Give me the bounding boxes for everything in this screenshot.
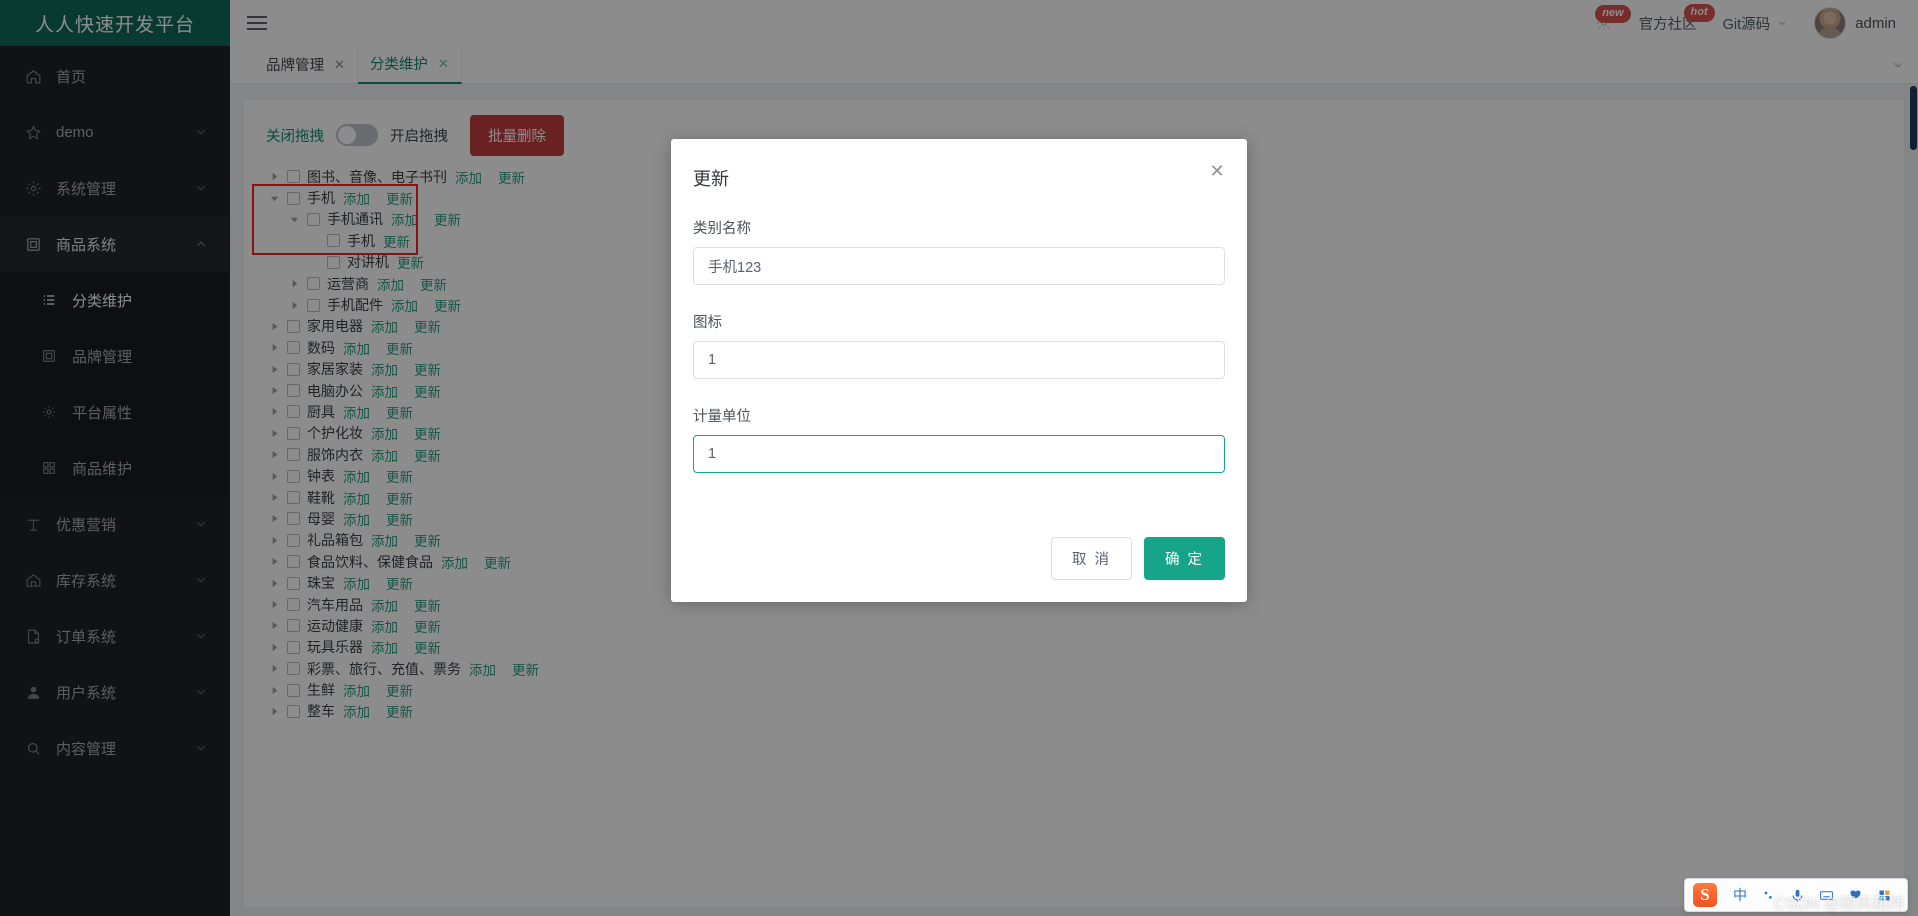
cancel-button[interactable]: 取 消: [1050, 537, 1132, 580]
unit-input[interactable]: [693, 435, 1225, 473]
sogou-logo-icon: S: [1693, 883, 1717, 907]
close-icon[interactable]: ✕: [1207, 161, 1227, 181]
confirm-button[interactable]: 确 定: [1143, 537, 1225, 580]
field-unit: 计量单位: [693, 405, 1225, 473]
ime-mode-label[interactable]: 中: [1733, 885, 1747, 905]
field-category-name: 类别名称: [693, 217, 1225, 285]
apps-icon[interactable]: [1877, 888, 1892, 903]
punctuation-icon[interactable]: [1761, 888, 1776, 903]
ime-toolbar[interactable]: S 中: [1684, 878, 1908, 912]
field-label: 类别名称: [693, 221, 751, 237]
emoji-icon[interactable]: [1848, 888, 1863, 903]
icon-input[interactable]: [693, 341, 1225, 379]
update-dialog: 更新 ✕ 类别名称 图标 计量单位 取 消 确 定: [671, 139, 1247, 602]
field-icon: 图标: [693, 311, 1225, 379]
dialog-footer: 取 消 确 定: [1050, 537, 1225, 580]
field-label: 图标: [693, 315, 722, 331]
field-label: 计量单位: [693, 409, 751, 425]
mic-icon[interactable]: [1790, 888, 1805, 903]
dialog-title: 更新: [693, 169, 729, 189]
category-name-input[interactable]: [693, 247, 1225, 285]
keyboard-icon[interactable]: [1819, 888, 1834, 903]
